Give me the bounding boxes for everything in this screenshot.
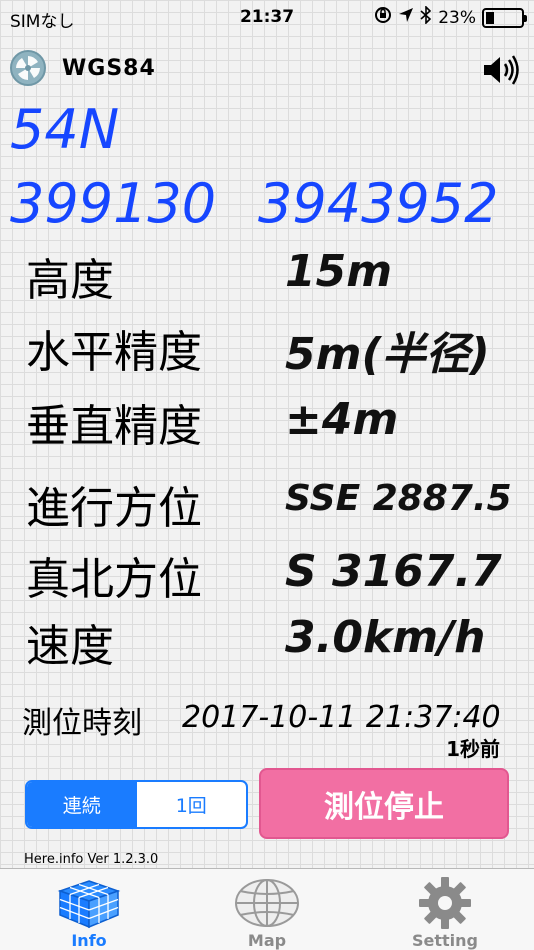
battery-level <box>486 11 494 24</box>
heading-value: SSE 2887.5 <box>285 478 512 519</box>
battery-percent: 23% <box>438 7 476 28</box>
altitude-label: 高度 <box>26 255 114 306</box>
header: WGS84 <box>0 50 534 90</box>
tab-info[interactable]: Info <box>0 869 178 950</box>
altitude-value: 15m <box>285 246 393 297</box>
gear-icon <box>417 877 473 929</box>
speaker-icon[interactable] <box>482 54 520 90</box>
horizontal-accuracy-value: 5m(半径) <box>285 329 490 380</box>
tab-map[interactable]: Map <box>178 869 356 950</box>
app-logo-icon[interactable] <box>10 50 46 86</box>
mode-continuous[interactable]: 連続 <box>27 782 137 827</box>
fix-ago-label: 1秒前 <box>446 737 500 761</box>
stop-positioning-button[interactable]: 測位停止 <box>259 768 509 839</box>
tab-bar: Info Map Setting <box>0 868 534 950</box>
bluetooth-icon <box>420 5 432 29</box>
true-north-label: 真北方位 <box>26 554 202 605</box>
fix-time-value: 2017-10-11 21:37:40 <box>182 700 501 735</box>
status-indicators: 23% <box>374 5 527 29</box>
battery-icon <box>482 7 527 28</box>
globe-icon <box>234 877 300 929</box>
speed-label: 速度 <box>26 621 114 672</box>
cube-grid-icon <box>56 877 122 929</box>
status-bar: SIMなし 21:37 23% <box>0 0 534 36</box>
true-north-value: S 3167.7 <box>285 546 502 597</box>
utm-zone: 54N <box>10 98 120 161</box>
mode-once[interactable]: 1回 <box>137 782 247 827</box>
vertical-accuracy-value: ±4m <box>285 394 399 445</box>
utm-easting: 399130 <box>10 172 217 235</box>
tab-info-label: Info <box>71 931 107 950</box>
datum-label: WGS84 <box>62 56 156 81</box>
tab-map-label: Map <box>247 931 287 950</box>
rotation-lock-icon <box>374 6 392 29</box>
utm-northing: 3943952 <box>258 172 499 235</box>
fix-time-label: 測位時刻 <box>22 706 142 741</box>
speed-value: 3.0km/h <box>285 612 486 663</box>
horizontal-accuracy-label: 水平精度 <box>26 327 202 378</box>
tab-setting[interactable]: Setting <box>356 869 534 950</box>
location-arrow-icon <box>398 7 414 28</box>
vertical-accuracy-label: 垂直精度 <box>26 401 202 452</box>
tab-setting-label: Setting <box>412 931 478 950</box>
version-label: Here.info Ver 1.2.3.0 <box>24 852 159 867</box>
heading-label: 進行方位 <box>26 483 202 534</box>
mode-segment: 連続 1回 <box>25 780 248 829</box>
